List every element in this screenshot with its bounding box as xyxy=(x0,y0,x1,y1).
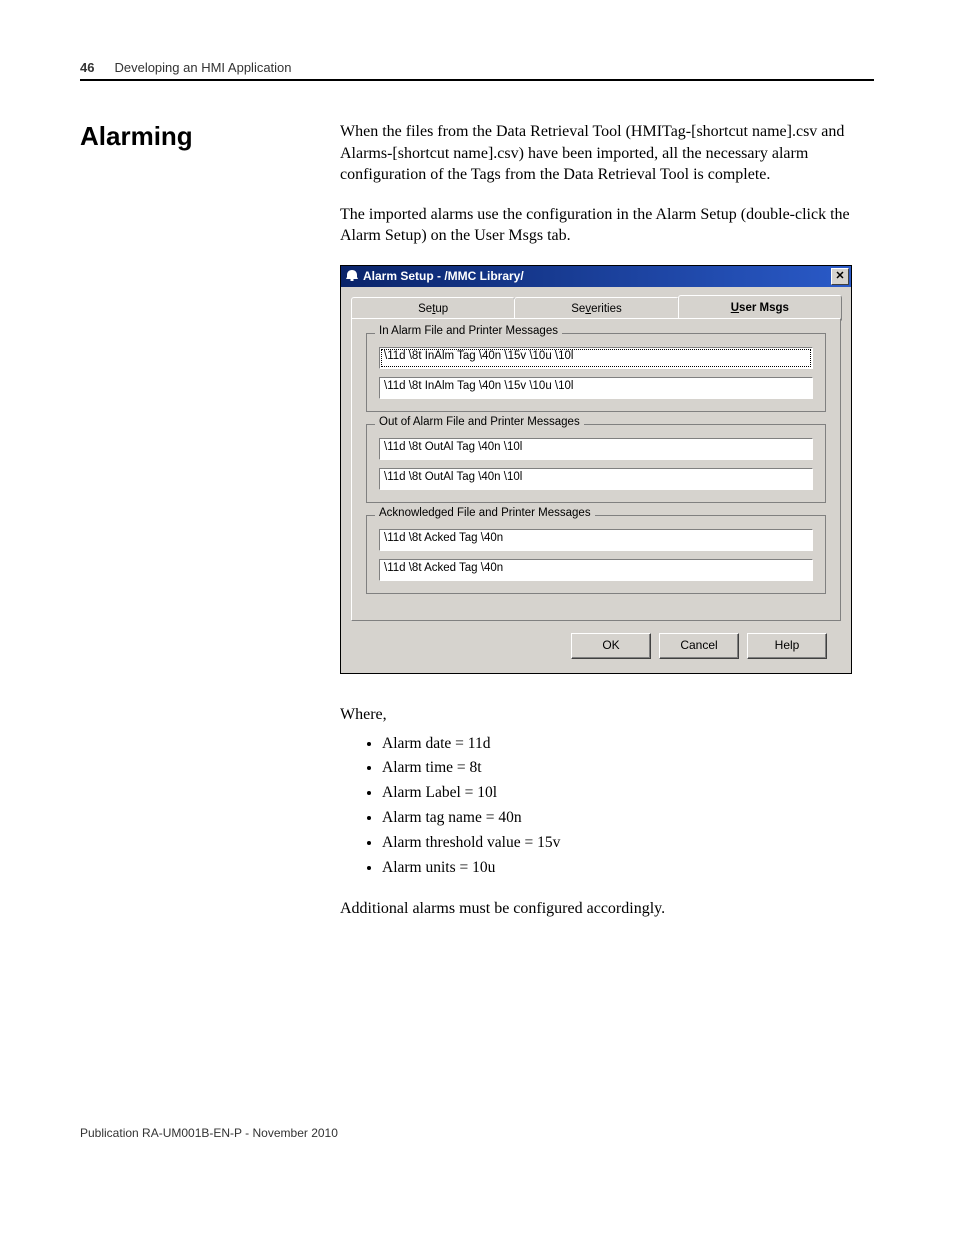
group-acknowledged: Acknowledged File and Printer Messages \… xyxy=(366,515,826,594)
where-item: Alarm tag name = 40n xyxy=(382,806,874,831)
out-of-alarm-field-2[interactable]: \11d \8t OutAl Tag \40n \10l xyxy=(379,468,813,490)
where-label: Where, xyxy=(340,704,874,726)
chapter-title: Developing an HMI Application xyxy=(114,60,291,75)
ok-button[interactable]: OK xyxy=(571,633,651,659)
in-alarm-field-1[interactable]: \11d \8t InAlm Tag \40n \15v \10u \10l xyxy=(379,347,813,369)
group-out-of-alarm-legend: Out of Alarm File and Printer Messages xyxy=(375,416,584,428)
titlebar: Alarm Setup - /MMC Library/ ✕ xyxy=(341,266,851,287)
tab-panel-user-msgs: In Alarm File and Printer Messages \11d … xyxy=(351,318,841,621)
body-paragraph-1: When the files from the Data Retrieval T… xyxy=(340,121,874,186)
page-number: 46 xyxy=(80,60,94,75)
tab-bar: Setup Severities User Msgs xyxy=(351,295,841,319)
in-alarm-field-2[interactable]: \11d \8t InAlm Tag \40n \15v \10u \10l xyxy=(379,377,813,399)
where-item: Alarm date = 11d xyxy=(382,732,874,757)
out-of-alarm-field-1[interactable]: \11d \8t OutAl Tag \40n \10l xyxy=(379,438,813,460)
body-paragraph-2: The imported alarms use the configuratio… xyxy=(340,204,874,247)
acknowledged-field-2[interactable]: \11d \8t Acked Tag \40n xyxy=(379,559,813,581)
close-button[interactable]: ✕ xyxy=(831,268,849,285)
dialog-title: Alarm Setup - /MMC Library/ xyxy=(363,269,831,283)
where-item: Alarm time = 8t xyxy=(382,756,874,781)
where-item: Alarm threshold value = 15v xyxy=(382,831,874,856)
cancel-button[interactable]: Cancel xyxy=(659,633,739,659)
help-button[interactable]: Help xyxy=(747,633,827,659)
close-icon: ✕ xyxy=(835,271,844,282)
where-item: Alarm Label = 10l xyxy=(382,781,874,806)
where-list: Alarm date = 11d Alarm time = 8t Alarm L… xyxy=(340,732,874,881)
closing-paragraph: Additional alarms must be configured acc… xyxy=(340,898,874,920)
group-in-alarm: In Alarm File and Printer Messages \11d … xyxy=(366,333,826,412)
alarm-setup-dialog: Alarm Setup - /MMC Library/ ✕ Setup Seve… xyxy=(340,265,852,674)
alarm-icon xyxy=(345,269,359,283)
where-item: Alarm units = 10u xyxy=(382,856,874,881)
acknowledged-field-1[interactable]: \11d \8t Acked Tag \40n xyxy=(379,529,813,551)
group-acknowledged-legend: Acknowledged File and Printer Messages xyxy=(375,507,595,519)
section-heading: Alarming xyxy=(80,121,270,152)
page-header: 46 Developing an HMI Application xyxy=(80,60,874,81)
group-in-alarm-legend: In Alarm File and Printer Messages xyxy=(375,325,562,337)
dialog-button-row: OK Cancel Help xyxy=(351,621,841,659)
group-out-of-alarm: Out of Alarm File and Printer Messages \… xyxy=(366,424,826,503)
footer-publication: Publication RA-UM001B-EN-P - November 20… xyxy=(80,1126,338,1140)
